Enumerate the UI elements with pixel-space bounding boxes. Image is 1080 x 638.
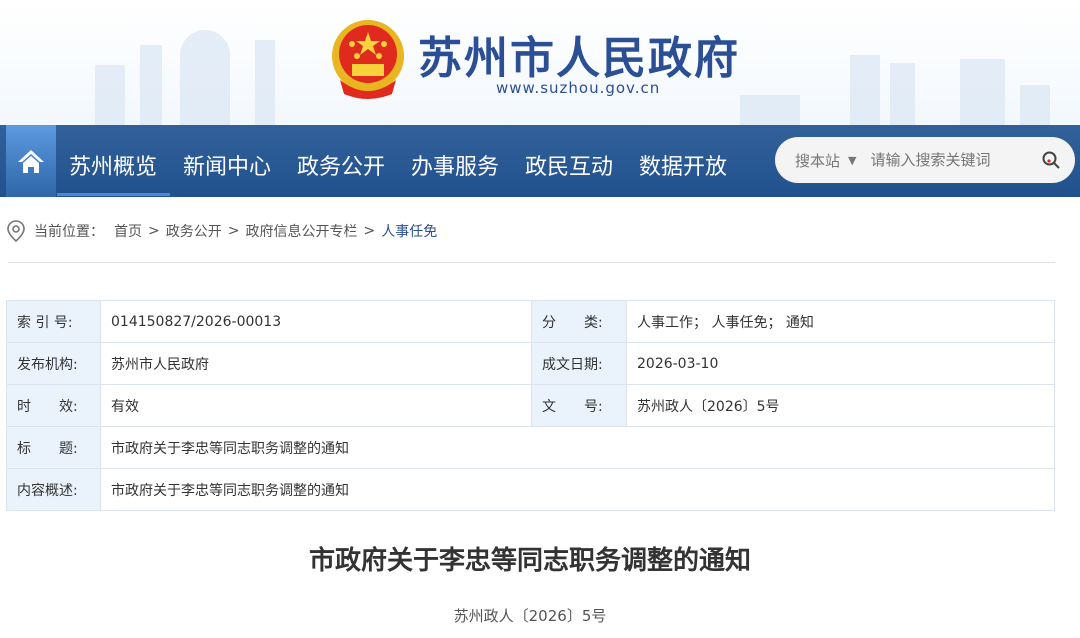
date-value: 2026-03-10 — [626, 342, 1055, 385]
search-input[interactable] — [870, 151, 1031, 169]
breadcrumb-info-column[interactable]: 政府信息公开专栏 — [245, 221, 357, 241]
search-icon[interactable] — [1041, 150, 1061, 170]
breadcrumb-gov-affairs[interactable]: 政务公开 — [166, 221, 222, 241]
nav-item-gov-affairs[interactable]: 政务公开 — [297, 149, 385, 181]
breadcrumb-home[interactable]: 首页 — [114, 221, 142, 241]
validity-value: 有效 — [100, 384, 532, 427]
category-label: 分 类: — [531, 300, 627, 343]
site-title: 苏州市人民政府 — [418, 33, 740, 84]
breadcrumb-label: 当前位置： — [34, 224, 104, 240]
skyline-decoration — [960, 59, 1005, 125]
skyline-decoration — [180, 30, 230, 125]
title-label: 标 题: — [6, 426, 101, 469]
title-value: 市政府关于李忠等同志职务调整的通知 — [100, 426, 1055, 469]
skyline-decoration — [740, 95, 800, 125]
site-header: 苏州市人民政府 www.suzhou.gov.cn — [0, 0, 1080, 125]
skyline-decoration — [140, 45, 162, 125]
national-emblem-icon — [332, 20, 404, 99]
document-meta-table: 索 引 号: 014150827/2026-00013 分 类: 人事工作； 人… — [6, 300, 1055, 511]
skyline-decoration — [255, 40, 275, 125]
caret-down-icon[interactable]: ▼ — [848, 154, 856, 167]
table-row: 时 效: 有效 文 号: 苏州政人〔2026〕5号 — [6, 384, 1055, 427]
nav-item-open-data[interactable]: 数据开放 — [639, 149, 727, 181]
publisher-value: 苏州市人民政府 — [100, 342, 532, 385]
index-value: 014150827/2026-00013 — [100, 300, 532, 343]
nav-item-interaction[interactable]: 政民互动 — [525, 149, 613, 181]
home-icon — [18, 150, 44, 173]
skyline-decoration — [890, 63, 915, 125]
breadcrumb-separator: > — [363, 223, 376, 239]
nav-item-overview[interactable]: 苏州概览 — [69, 149, 157, 181]
index-label: 索 引 号: — [6, 300, 101, 343]
home-button[interactable] — [6, 125, 56, 197]
search-scope-select[interactable]: 搜本站 — [795, 150, 840, 171]
docno-value: 苏州政人〔2026〕5号 — [626, 384, 1055, 427]
validity-label: 时 效: — [6, 384, 101, 427]
article-doc-number: 苏州政人〔2026〕5号 — [453, 607, 607, 625]
site-url[interactable]: www.suzhou.gov.cn — [496, 79, 660, 97]
summary-label: 内容概述: — [6, 468, 101, 511]
skyline-decoration — [1020, 85, 1050, 125]
search-box: 搜本站 ▼ — [775, 137, 1075, 183]
table-row: 内容概述: 市政府关于李忠等同志职务调整的通知 — [6, 468, 1055, 511]
docno-label: 文 号: — [531, 384, 627, 427]
nav-item-news[interactable]: 新闻中心 — [183, 149, 271, 181]
main-nav: 苏州概览 新闻中心 政务公开 办事服务 政民互动 数据开放 搜本站 ▼ — [0, 125, 1080, 197]
article-title: 市政府关于李忠等同志职务调整的通知 — [308, 546, 751, 576]
summary-value: 市政府关于李忠等同志职务调整的通知 — [100, 468, 1055, 511]
nav-item-services[interactable]: 办事服务 — [411, 149, 499, 181]
location-pin-icon — [7, 220, 25, 242]
publisher-label: 发布机构: — [6, 342, 101, 385]
table-row: 标 题: 市政府关于李忠等同志职务调整的通知 — [6, 426, 1055, 469]
active-nav-indicator — [57, 193, 170, 196]
table-row: 发布机构: 苏州市人民政府 成文日期: 2026-03-10 — [6, 342, 1055, 385]
skyline-decoration — [95, 65, 125, 125]
breadcrumb-separator: > — [227, 223, 240, 239]
category-value: 人事工作； 人事任免； 通知 — [626, 300, 1055, 343]
breadcrumb-current[interactable]: 人事任免 — [381, 221, 437, 241]
divider — [8, 262, 1055, 263]
breadcrumb: 当前位置： 首页 > 政务公开 > 政府信息公开专栏 > 人事任免 — [6, 220, 437, 242]
breadcrumb-separator: > — [148, 223, 160, 239]
table-row: 索 引 号: 014150827/2026-00013 分 类: 人事工作； 人… — [6, 300, 1055, 343]
date-label: 成文日期: — [531, 342, 627, 385]
skyline-decoration — [850, 55, 880, 125]
